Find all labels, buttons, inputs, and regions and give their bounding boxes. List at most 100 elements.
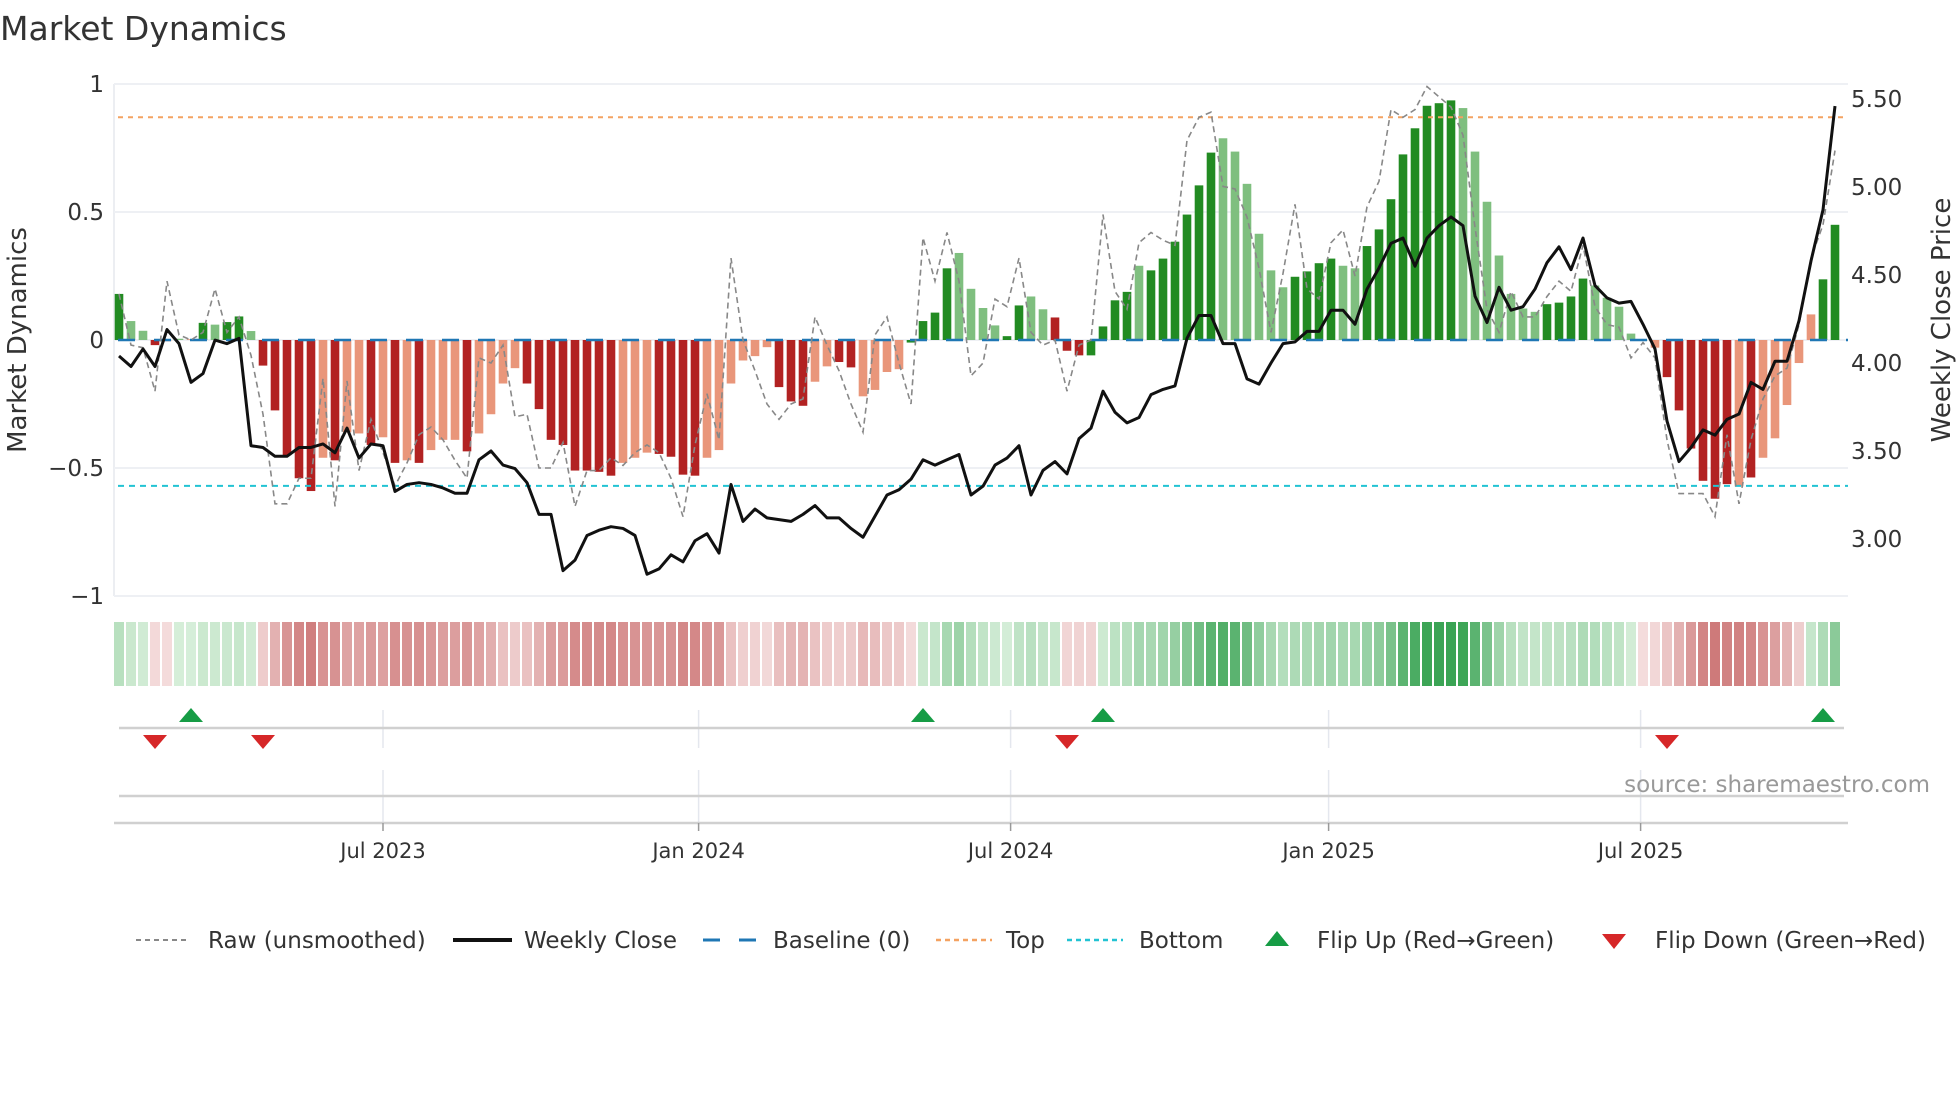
dynamics-bar <box>1530 311 1540 340</box>
heat-strip-cell <box>498 622 508 686</box>
heat-strip-cell <box>450 622 460 686</box>
heat-strip-cell <box>438 622 448 686</box>
heat-strip-cell <box>1674 622 1684 686</box>
dynamics-bar <box>1242 183 1252 340</box>
dynamics-bar <box>126 321 136 340</box>
heat-strip-cell <box>474 622 484 686</box>
dynamics-bar <box>1422 105 1432 340</box>
market-dynamics-chart: Market Dynamics 1 0.5 0 −0.5 −1 5.50 5.00 4.50 4… <box>0 9 1957 954</box>
heat-strip-cell <box>762 622 772 686</box>
heat-strip-cell <box>1830 622 1840 686</box>
legend-item-bottom: Bottom <box>1067 928 1223 954</box>
dynamics-bar <box>690 340 700 476</box>
heat-strip-cell <box>1230 622 1240 686</box>
heat-strip-cell <box>1470 622 1480 686</box>
heat-strip-cell <box>1374 622 1384 686</box>
heat-strip-cell <box>1122 622 1132 686</box>
flip-up-marker <box>179 708 203 722</box>
legend-label: Raw (unsmoothed) <box>208 928 426 954</box>
heat-strip-cell <box>1218 622 1228 686</box>
heat-strip-cell <box>870 622 880 686</box>
heat-strip-cell <box>1002 622 1012 686</box>
heat-strip-cell <box>354 622 364 686</box>
heat-strip-cell <box>330 622 340 686</box>
y-tick-label: −0.5 <box>48 456 104 482</box>
y2-tick-label: 5.50 <box>1851 87 1902 113</box>
heat-strip-cell <box>1038 622 1048 686</box>
heat-strip-cell <box>1314 622 1324 686</box>
source-label: source: sharemaestro.com <box>1624 772 1930 798</box>
dynamics-bar <box>246 331 256 340</box>
legend-flip-down-icon <box>1602 934 1626 949</box>
dynamics-bar <box>1434 103 1444 340</box>
heat-strip-cell <box>906 622 916 686</box>
dynamics-bar <box>138 330 148 340</box>
heat-strip-cell <box>138 622 148 686</box>
heat-strip-cell <box>678 622 688 686</box>
heat-strip-cell <box>162 622 172 686</box>
heat-strip-cell <box>1590 622 1600 686</box>
legend-label: Flip Up (Red→Green) <box>1317 928 1554 954</box>
dynamics-bar <box>1206 152 1216 340</box>
heat-strip-cell <box>1398 622 1408 686</box>
legend-label: Top <box>1005 928 1045 954</box>
heat-strip-cell <box>342 622 352 686</box>
dynamics-bar <box>774 340 784 388</box>
dynamics-bar <box>930 312 940 340</box>
dynamics-bar <box>702 340 712 458</box>
dynamics-bar <box>1614 306 1624 340</box>
heat-strip-cell <box>114 622 124 686</box>
dynamics-bar <box>438 340 448 440</box>
heat-strip-cell <box>1266 622 1276 686</box>
heat-strip-cell <box>726 622 736 686</box>
legend-item-baseline: Baseline (0) <box>703 928 910 954</box>
dynamics-bar <box>258 340 268 366</box>
y2-tick-label: 4.00 <box>1851 351 1902 377</box>
heat-strip-cell <box>570 622 580 686</box>
y2-tick-label: 5.00 <box>1851 175 1902 201</box>
heat-strip-cell <box>666 622 676 686</box>
heat-strip-cell <box>1074 622 1084 686</box>
dynamics-bar <box>1338 265 1348 340</box>
dynamics-bar <box>882 340 892 372</box>
dynamics-bar <box>1710 340 1720 499</box>
legend-item-top: Top <box>936 928 1045 954</box>
dynamics-bar <box>1518 308 1528 340</box>
heat-strip-cell <box>150 622 160 686</box>
heat-strip-cell <box>1278 622 1288 686</box>
heat-strip-cell <box>594 622 604 686</box>
heat-strip-cell <box>582 622 592 686</box>
dynamics-bar <box>462 340 472 452</box>
dynamics-bar <box>870 340 880 390</box>
x-tick-label: Jan 2024 <box>650 839 745 863</box>
heat-strip-cell <box>366 622 376 686</box>
dynamics-bar <box>678 340 688 475</box>
heat-strip-cell <box>1158 622 1168 686</box>
heat-strip-cell <box>534 622 544 686</box>
heat-strip-cell <box>210 622 220 686</box>
heat-strip-cell <box>414 622 424 686</box>
dynamics-bar <box>486 340 496 415</box>
dynamics-bar <box>966 288 976 340</box>
y-tick-label: −1 <box>70 584 104 610</box>
dynamics-bar <box>1230 151 1240 340</box>
heat-strip-cell <box>1146 622 1156 686</box>
dynamics-bar <box>1110 300 1120 340</box>
dynamics-bar <box>534 340 544 410</box>
heat-strip-cell <box>318 622 328 686</box>
heat-strip-cell <box>1578 622 1588 686</box>
dynamics-bar <box>510 340 520 369</box>
dynamics-bar <box>414 340 424 463</box>
heat-strip-cell <box>1818 622 1828 686</box>
chart-title: Market Dynamics <box>0 9 287 48</box>
dynamics-bar <box>1566 296 1576 340</box>
dynamics-bar <box>810 340 820 382</box>
dynamics-bar <box>1374 229 1384 340</box>
y2-tick-label: 3.50 <box>1851 439 1902 465</box>
heat-strip-cell <box>546 622 556 686</box>
heat-strip-cell <box>774 622 784 686</box>
y-axis-label: Market Dynamics <box>3 227 33 453</box>
legend-label: Flip Down (Green→Red) <box>1655 928 1926 954</box>
x-tick-label: Jul 2024 <box>966 839 1053 863</box>
heat-strip-cell <box>1602 622 1612 686</box>
